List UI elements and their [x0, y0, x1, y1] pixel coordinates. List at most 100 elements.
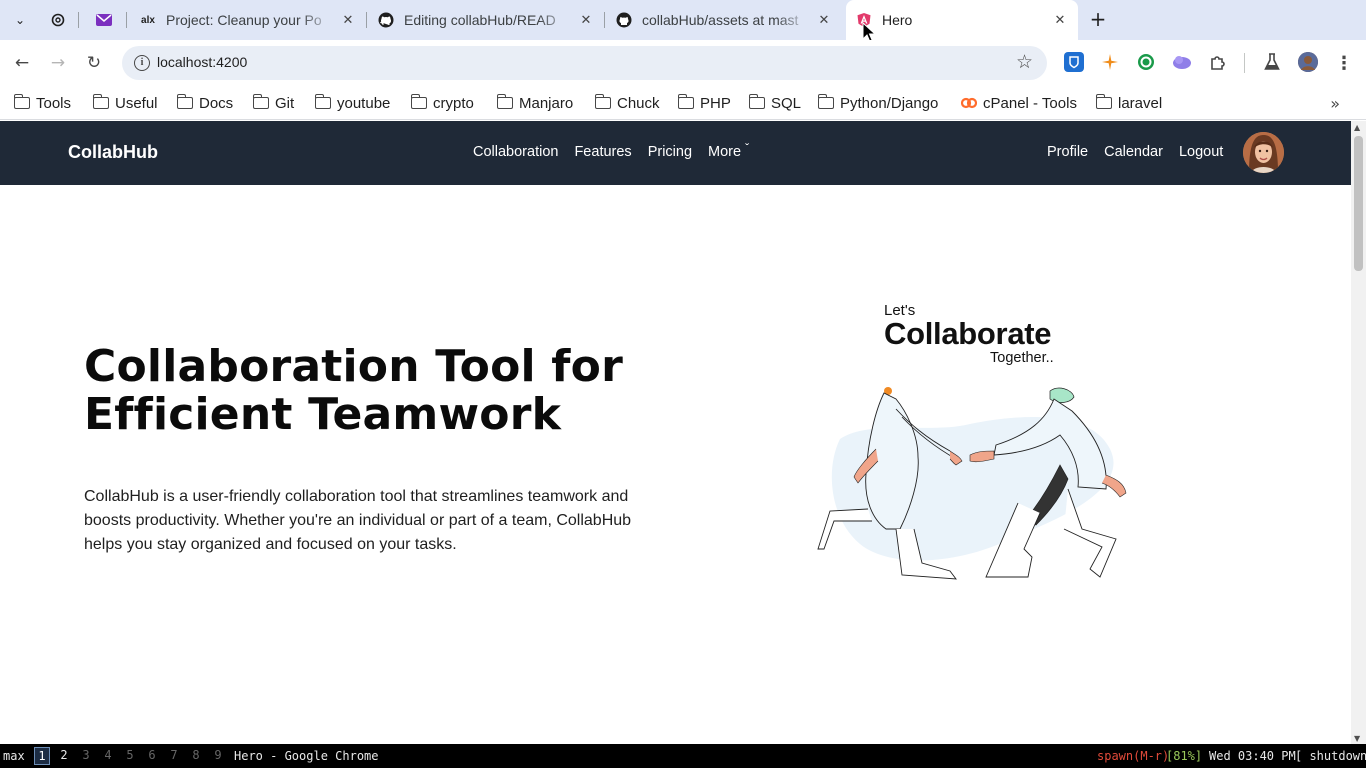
workspace-1[interactable]: 1: [34, 747, 50, 765]
arrow-left-icon: ←: [14, 53, 30, 73]
workspace-9[interactable]: 9: [210, 747, 226, 765]
url-text[interactable]: localhost:4200: [157, 54, 247, 70]
bookmark-label: PHP: [700, 94, 731, 112]
plus-icon: +: [1089, 7, 1107, 31]
extension-spark-icon[interactable]: [1100, 52, 1120, 72]
workspace-6[interactable]: 6: [144, 747, 160, 765]
bookmark-folder[interactable]: Docs: [176, 90, 233, 116]
extension-green-icon[interactable]: [1136, 52, 1156, 72]
nav-profile[interactable]: Profile: [1047, 144, 1088, 160]
bookmark-folder[interactable]: laravel: [1095, 90, 1163, 116]
bookmark-label: laravel: [1118, 94, 1163, 112]
user-menu: Profile Calendar Logout: [1047, 144, 1223, 160]
bookmark-folder[interactable]: Tools: [13, 90, 71, 116]
profile-avatar-icon[interactable]: [1298, 52, 1318, 72]
tab-title: Hero: [882, 12, 913, 28]
folder-icon: [252, 94, 269, 109]
bookmark-link[interactable]: cPanel - Tools: [961, 90, 1077, 116]
extension-cloud-icon[interactable]: [1172, 52, 1192, 72]
chevron-down-icon: ⌄: [14, 13, 26, 27]
folder-icon: [1095, 94, 1112, 109]
labs-flask-icon[interactable]: [1262, 52, 1282, 72]
more-vertical-icon: ⋮: [1335, 52, 1353, 74]
bookmark-folder[interactable]: crypto: [410, 90, 474, 116]
openai-icon: [50, 12, 66, 28]
workspace-8[interactable]: 8: [188, 747, 204, 765]
mail-icon: [96, 12, 112, 28]
bookmark-folder[interactable]: Python/Django: [817, 90, 938, 116]
reload-button[interactable]: ↻: [81, 50, 107, 76]
close-icon[interactable]: ✕: [1052, 12, 1068, 28]
workspace-4[interactable]: 4: [100, 747, 116, 765]
illustration-together-text: Together..: [990, 350, 1054, 366]
folder-icon: [13, 94, 30, 109]
tab-mail[interactable]: [86, 4, 127, 36]
nav-pricing[interactable]: Pricing: [648, 144, 692, 160]
bookmark-folder[interactable]: PHP: [677, 90, 731, 116]
hero-description: CollabHub is a user-friendly collaborati…: [84, 488, 632, 553]
nav-features[interactable]: Features: [574, 144, 631, 160]
shutdown-button[interactable]: [ shutdown ]: [1295, 749, 1366, 763]
bookmark-folder[interactable]: Manjaro: [496, 90, 574, 116]
chrome-menu-button[interactable]: ⋮: [1331, 50, 1357, 76]
nav-more-label: More: [708, 144, 742, 160]
bookmark-label: Manjaro: [519, 94, 574, 112]
tab-github-editing[interactable]: Editing collabHub/READ ✕: [368, 4, 605, 36]
caret-down-icon: ˇ: [745, 141, 750, 155]
bookmark-folder[interactable]: SQL: [748, 90, 801, 116]
illustration-collaborate-text: Collaborate: [884, 316, 1052, 351]
scrollbar-thumb[interactable]: [1354, 136, 1363, 271]
workspace-5[interactable]: 5: [122, 747, 138, 765]
vertical-scrollbar[interactable]: ▲ ▼: [1351, 121, 1366, 744]
info-icon[interactable]: i: [134, 55, 150, 71]
bookmark-label: crypto: [433, 94, 474, 112]
nav-calendar[interactable]: Calendar: [1104, 144, 1163, 160]
user-avatar[interactable]: [1243, 132, 1284, 173]
bookmark-label: Git: [275, 94, 295, 112]
nav-logout[interactable]: Logout: [1179, 144, 1223, 160]
tab-search-button[interactable]: ⌄: [8, 8, 32, 32]
bookmark-folder[interactable]: Chuck: [594, 90, 660, 116]
folder-icon: [410, 94, 427, 109]
site-navbar: CollabHub Collaboration Features Pricing…: [0, 121, 1351, 185]
cpanel-icon: [961, 97, 977, 109]
nav-collaboration[interactable]: Collaboration: [473, 144, 558, 160]
new-tab-button[interactable]: +: [1086, 8, 1110, 32]
extension-bitwarden-icon[interactable]: [1064, 52, 1084, 72]
tab-hero[interactable]: Hero ✕: [846, 0, 1078, 40]
tab-strip: ⌄ alx Project: Cleanup your Po ✕ Editing…: [0, 0, 1366, 43]
github-icon: [616, 12, 632, 28]
folder-icon: [176, 94, 193, 109]
workspace-3[interactable]: 3: [78, 747, 94, 765]
address-bar[interactable]: i localhost:4200 ☆: [122, 46, 1047, 80]
bookmarks-bar: Tools Useful Docs Git youtube crypto Man…: [0, 86, 1366, 120]
tab-alx-project[interactable]: alx Project: Cleanup your Po ✕: [130, 4, 367, 36]
close-icon[interactable]: ✕: [816, 12, 832, 28]
forward-button[interactable]: →: [45, 50, 71, 76]
extensions-puzzle-icon[interactable]: [1208, 52, 1228, 72]
scroll-up-icon[interactable]: ▲: [1354, 123, 1360, 132]
os-status-bar: max 1 2 3 4 5 6 7 8 9 Hero - Google Chro…: [0, 744, 1366, 768]
spawn-indicator[interactable]: spawn(M-r): [1097, 749, 1169, 763]
bookmark-folder[interactable]: Git: [252, 90, 295, 116]
back-button[interactable]: ←: [9, 50, 35, 76]
site-brand[interactable]: CollabHub: [68, 142, 158, 163]
bookmarks-overflow-icon[interactable]: »: [1330, 94, 1340, 113]
close-icon[interactable]: ✕: [340, 12, 356, 28]
close-icon[interactable]: ✕: [578, 12, 594, 28]
bookmark-folder[interactable]: Useful: [92, 90, 158, 116]
tab-openai[interactable]: [40, 4, 79, 36]
main-menu: Collaboration Features Pricing More ˇ: [473, 141, 750, 160]
tab-github-assets[interactable]: collabHub/assets at mast ✕: [606, 4, 842, 36]
nav-more[interactable]: More ˇ: [708, 141, 750, 160]
folder-icon: [677, 94, 694, 109]
workspace-7[interactable]: 7: [166, 747, 182, 765]
scroll-down-icon[interactable]: ▼: [1354, 734, 1360, 743]
bookmark-star-icon[interactable]: ☆: [1016, 51, 1033, 73]
bookmark-folder[interactable]: youtube: [314, 90, 390, 116]
bookmark-label: Chuck: [617, 94, 660, 112]
reload-icon: ↻: [86, 53, 102, 73]
workspace-2[interactable]: 2: [56, 747, 72, 765]
toolbar-divider: [1244, 53, 1245, 73]
datetime: Wed 03:40 PM: [1209, 749, 1296, 763]
